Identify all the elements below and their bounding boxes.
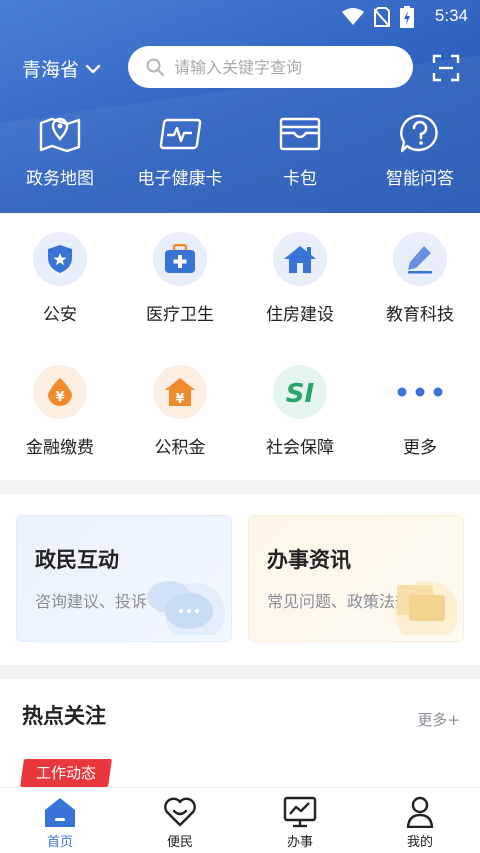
tab-label: 办事 [286,835,313,850]
home-icon [43,795,77,829]
medical-kit-icon [153,232,207,286]
health-card-icon [158,112,202,156]
no-sim-icon [374,7,390,27]
service-label: 社会保障 [266,438,334,458]
si-icon: SI [273,365,327,419]
status-icons [342,6,414,28]
quick-actions: 政务地图 电子健康卡 卡包 智能问答 [0,112,480,189]
scan-icon[interactable] [432,54,460,82]
heart-smile-icon [163,795,197,829]
svg-text:¥: ¥ [55,390,64,405]
bottom-tab-bar: 首页 便民 办事 我的 [0,787,480,853]
news-tag-label: 工作动态 [36,764,97,782]
region-selector[interactable]: 青海省 [22,55,101,82]
person-icon [403,795,437,829]
service-label: 更多 [403,438,437,458]
chevron-down-icon [85,64,101,73]
tab-services[interactable]: 办事 [240,788,360,853]
chat-bubbles-icon [147,581,225,635]
section-title-hot: 热点关注 [22,704,106,728]
more-link[interactable]: 更多+ [417,709,460,730]
si-icon-text: SI [286,379,315,407]
wifi-icon [342,8,364,25]
status-bar: 5:34 [0,0,480,34]
police-shield-icon [33,232,87,286]
quick-item-wallet[interactable]: 卡包 [240,112,360,189]
service-housing[interactable]: 住房建设 [240,232,360,365]
tab-home[interactable]: 首页 [0,788,120,853]
service-label: 住房建设 [266,305,334,325]
svg-text:¥: ¥ [175,392,184,407]
monitor-chart-icon [283,795,317,829]
quick-item-map[interactable]: 政务地图 [0,112,120,189]
service-label: 医疗卫生 [146,305,214,325]
service-police[interactable]: 公安 [0,232,120,365]
pencil-icon [393,232,447,286]
news-tag[interactable]: 工作动态 [20,759,112,787]
battery-charging-icon [400,6,414,28]
tab-convenience[interactable]: 便民 [120,788,240,853]
tab-mine[interactable]: 我的 [360,788,480,853]
tab-label: 便民 [166,835,193,850]
search-icon [146,58,164,76]
service-finance[interactable]: ¥ 金融缴费 [0,365,120,498]
service-more[interactable]: 更多 [360,365,480,498]
tab-label: 首页 [46,835,73,850]
wallet-icon [278,112,322,156]
yuan-coin-icon: ¥ [33,365,87,419]
yuan-house-icon: ¥ [153,365,207,419]
card-interaction[interactable]: 政民互动 咨询建议、投诉 [16,515,232,642]
service-social-security[interactable]: SI 社会保障 [240,365,360,498]
region-label: 青海省 [22,59,80,81]
tab-label: 我的 [406,835,433,850]
service-medical[interactable]: 医疗卫生 [120,232,240,365]
quick-item-qa[interactable]: 智能问答 [360,112,480,189]
service-provident-fund[interactable]: ¥ 公积金 [120,365,240,498]
more-dots-icon [393,365,447,419]
house-icon [273,232,327,286]
feature-cards: 政民互动 咨询建议、投诉 办事资讯 常见问题、政策法规 [16,515,464,642]
service-label: 公积金 [154,438,206,458]
service-label: 教育科技 [386,305,454,325]
section-divider [0,480,480,494]
service-education[interactable]: 教育科技 [360,232,480,365]
quick-item-label: 智能问答 [386,169,454,189]
section-divider [0,665,480,679]
service-label: 公安 [43,305,77,325]
map-pin-icon [38,112,82,156]
quick-item-health-card[interactable]: 电子健康卡 [120,112,240,189]
quick-item-label: 政务地图 [26,169,94,189]
header: 5:34 青海省 政务地图 电子健康卡 卡包 [0,0,480,213]
service-label: 金融缴费 [26,438,94,458]
question-chat-icon [398,112,442,156]
document-folder-icon [395,581,457,635]
service-grid: 公安 医疗卫生 住房建设 教育科技 ¥ 金融缴费 ¥ 公积金 SI 社会保障 更… [0,232,480,498]
status-time: 5:34 [434,6,468,25]
quick-item-label: 电子健康卡 [137,169,223,189]
search-box[interactable] [128,46,413,88]
quick-item-label: 卡包 [283,169,317,189]
search-input[interactable] [174,57,394,77]
card-news[interactable]: 办事资讯 常见问题、政策法规 [248,515,464,642]
